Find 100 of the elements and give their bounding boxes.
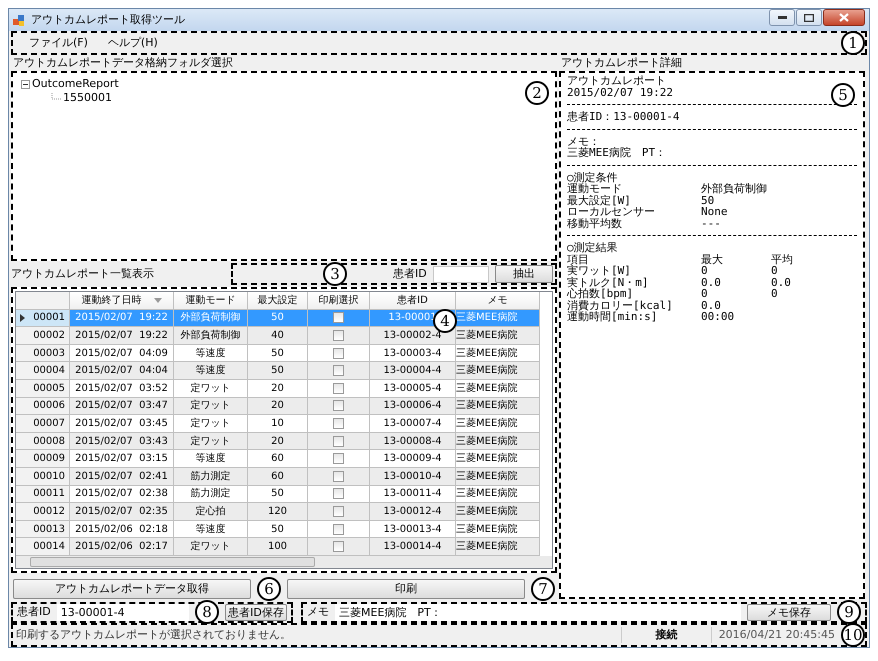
column-header[interactable]: 患者ID xyxy=(370,292,456,310)
save-patient-id-button[interactable]: 患者ID保存 xyxy=(225,604,287,620)
row-header[interactable]: 00013 xyxy=(16,520,70,538)
checkbox[interactable] xyxy=(333,418,344,430)
detail-text: 00:00 xyxy=(701,311,736,322)
row-header[interactable]: 00003 xyxy=(16,344,70,362)
checkbox[interactable] xyxy=(333,541,344,552)
table-cell: 2015/02/07 19:22 xyxy=(70,310,174,328)
print-button[interactable]: 印刷 xyxy=(287,579,525,599)
table-cell: 等速度 xyxy=(174,450,248,468)
checkbox[interactable] xyxy=(333,436,344,447)
checkbox[interactable] xyxy=(333,382,344,394)
detail-text: ○測定結果 xyxy=(567,241,618,254)
detail-text: 50 xyxy=(701,194,716,206)
column-header[interactable]: 最大設定 xyxy=(248,292,308,310)
memo-field[interactable]: 三菱MEE病院 PT： xyxy=(335,604,741,620)
checkbox[interactable] xyxy=(333,453,344,464)
callout-number: 6 xyxy=(257,577,281,601)
checkbox[interactable] xyxy=(333,506,344,518)
table-cell: 13-00003-4 xyxy=(370,344,456,362)
table-cell: 20 xyxy=(248,432,308,450)
table-cell: 筋力測定 xyxy=(174,468,248,486)
checkbox[interactable] xyxy=(333,365,344,376)
menu-item[interactable]: ヘルプ(H) xyxy=(100,34,166,52)
column-header[interactable]: メモ xyxy=(456,292,540,310)
patient-id-field[interactable] xyxy=(432,266,489,283)
detail-text: 患者ID：13-00001-4 xyxy=(567,110,680,123)
tree-item[interactable]: 1550001 xyxy=(63,91,112,105)
callout-number: 9 xyxy=(837,600,861,624)
minimize-button[interactable] xyxy=(769,9,795,26)
row-header[interactable]: 00009 xyxy=(16,450,70,468)
row-header[interactable]: 00011 xyxy=(16,486,70,504)
row-header[interactable]: 00007 xyxy=(16,415,70,433)
collapse-icon[interactable] xyxy=(21,80,30,88)
table-cell: 13-00008-4 xyxy=(370,432,456,450)
table-cell: 2015/02/07 02:41 xyxy=(70,468,174,486)
table-cell: 40 xyxy=(248,327,308,345)
detail-text: 0.0 xyxy=(701,276,722,288)
table-cell: 2015/02/06 02:17 xyxy=(70,538,174,556)
table-cell: 2015/02/07 03:47 xyxy=(70,398,174,416)
table-cell: 等速度 xyxy=(174,344,248,362)
row-header[interactable]: 00004 xyxy=(16,362,70,380)
table-cell: 50 xyxy=(248,310,308,328)
column-header[interactable]: 運動終了日時 xyxy=(70,292,174,310)
minimize-icon xyxy=(778,16,786,19)
detail-text: ○測定条件 xyxy=(567,170,618,184)
fetch-data-button[interactable]: アウトカムレポートデータ取得 xyxy=(13,579,251,599)
table-cell: 2015/02/07 03:52 xyxy=(70,380,174,398)
field-label: メモ xyxy=(307,604,329,620)
column-header[interactable]: 運動モード xyxy=(174,292,248,310)
row-header[interactable]: 00010 xyxy=(16,468,70,486)
table-cell: 13-00006-4 xyxy=(370,398,456,416)
checkbox[interactable] xyxy=(333,524,344,535)
table-cell: 13-00007-4 xyxy=(370,415,456,433)
extract-button[interactable]: 抽出 xyxy=(495,265,553,284)
row-header[interactable]: 00002 xyxy=(16,327,70,345)
row-header[interactable]: 00005 xyxy=(16,380,70,398)
checkbox[interactable] xyxy=(333,470,344,482)
table-cell: 50 xyxy=(248,520,308,538)
sort-icon xyxy=(154,298,162,303)
table-cell: 等速度 xyxy=(174,520,248,538)
checkbox[interactable] xyxy=(333,400,344,412)
detail-text: アウトカムレポート xyxy=(567,74,666,87)
group-label: アウトカムレポートデータ格納フォルダ選択 xyxy=(12,55,234,71)
table-cell: 13-00004-4 xyxy=(370,362,456,380)
detail-text: 0 xyxy=(771,288,779,300)
checkbox[interactable] xyxy=(333,348,344,359)
maximize-button[interactable] xyxy=(796,9,822,26)
horizontal-scrollbar[interactable] xyxy=(16,556,552,568)
checkbox[interactable] xyxy=(333,312,344,324)
detail-text: 0 xyxy=(701,265,708,276)
connection-status: 接続 xyxy=(621,626,711,644)
row-header[interactable]: 00001 xyxy=(16,310,70,328)
row-header[interactable]: 00006 xyxy=(16,398,70,416)
table-cell: 三菱MEE病院 xyxy=(456,520,540,538)
row-header[interactable]: 00014 xyxy=(16,538,70,556)
save-memo-button[interactable]: メモ保存 xyxy=(747,604,831,620)
tree-item[interactable]: OutcomeReport xyxy=(32,77,119,91)
detail-text: 0.0 xyxy=(771,276,792,288)
detail-text: 運動時間[min:s] xyxy=(567,311,658,322)
row-header[interactable]: 00012 xyxy=(16,503,70,521)
checkbox[interactable] xyxy=(333,488,344,500)
table-cell: 13-00013-4 xyxy=(370,520,456,538)
table-cell: 三菱MEE病院 xyxy=(456,503,540,521)
table-cell: 三菱MEE病院 xyxy=(456,327,540,345)
patient-id-field[interactable]: 13-00001-4 xyxy=(56,604,189,620)
table-cell: 50 xyxy=(248,486,308,504)
row-header[interactable]: 00008 xyxy=(16,432,70,450)
table-cell: 外部負荷制御 xyxy=(174,327,248,345)
table-cell: 13-00014-4 xyxy=(370,538,456,556)
close-button[interactable] xyxy=(823,9,865,26)
detail-text: 心拍数[bpm] xyxy=(567,288,634,300)
table-cell: 2015/02/07 02:35 xyxy=(70,503,174,521)
checkbox[interactable] xyxy=(333,330,344,342)
corner-header xyxy=(16,292,70,310)
table-cell: 三菱MEE病院 xyxy=(456,415,540,433)
field-label: 患者ID xyxy=(17,604,51,620)
menu-item[interactable]: ファイル(F) xyxy=(21,34,96,52)
column-header[interactable]: 印刷選択 xyxy=(308,292,370,310)
table-cell: 2015/02/07 04:09 xyxy=(70,344,174,362)
